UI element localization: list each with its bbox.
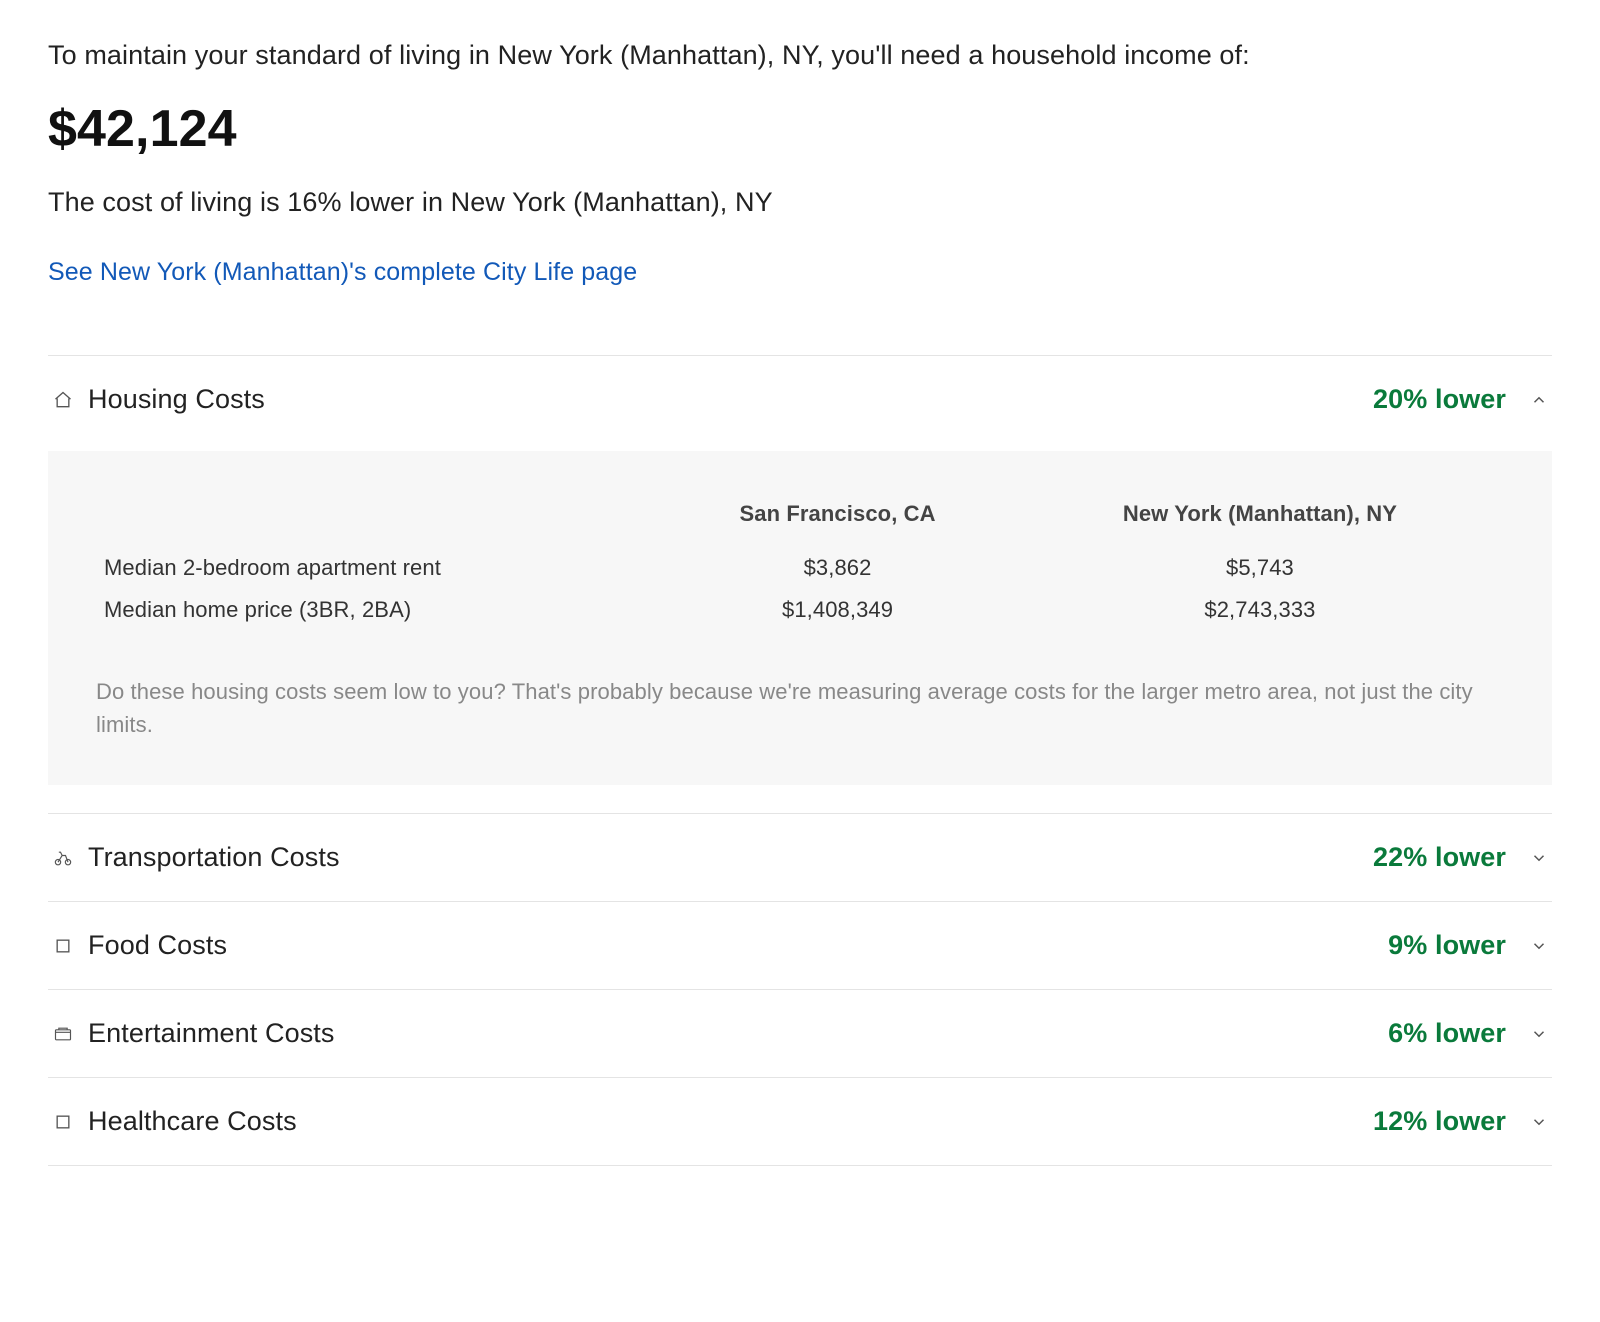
chevron-down-icon <box>1530 1113 1548 1131</box>
housing-panel: San Francisco, CA New York (Manhattan), … <box>48 451 1552 785</box>
accordion-header-food[interactable]: Food Costs 9% lower <box>48 902 1552 989</box>
house-icon <box>52 389 74 411</box>
column-header-b: New York (Manhattan), NY <box>1016 491 1504 547</box>
accordion-header-housing[interactable]: Housing Costs 20% lower <box>48 356 1552 443</box>
delta-percent: 12% lower <box>1373 1106 1506 1137</box>
delta-percent: 6% lower <box>1388 1018 1506 1049</box>
row-value-a: $1,408,349 <box>659 589 1016 631</box>
table-row: Median 2-bedroom apartment rent $3,862 $… <box>96 547 1504 589</box>
category-title: Housing Costs <box>88 384 265 415</box>
row-value-a: $3,862 <box>659 547 1016 589</box>
food-icon <box>52 935 74 957</box>
entertainment-icon <box>52 1023 74 1045</box>
table-row: Median home price (3BR, 2BA) $1,408,349 … <box>96 589 1504 631</box>
accordion-header-entertainment[interactable]: Entertainment Costs 6% lower <box>48 990 1552 1077</box>
divider <box>48 1165 1552 1166</box>
healthcare-icon <box>52 1111 74 1133</box>
city-life-link[interactable]: See New York (Manhattan)'s complete City… <box>48 258 637 287</box>
row-value-b: $5,743 <box>1016 547 1504 589</box>
table-header-row: San Francisco, CA New York (Manhattan), … <box>96 491 1504 547</box>
housing-table: San Francisco, CA New York (Manhattan), … <box>96 491 1504 631</box>
housing-note: Do these housing costs seem low to you? … <box>96 675 1504 741</box>
category-title: Transportation Costs <box>88 842 340 873</box>
chevron-down-icon <box>1530 1025 1548 1043</box>
accordion-header-healthcare[interactable]: Healthcare Costs 12% lower <box>48 1078 1552 1165</box>
chevron-down-icon <box>1530 849 1548 867</box>
delta-percent: 20% lower <box>1373 384 1506 415</box>
row-label: Median 2-bedroom apartment rent <box>96 547 659 589</box>
chevron-up-icon <box>1530 391 1548 409</box>
accordion-header-transportation[interactable]: Transportation Costs 22% lower <box>48 814 1552 901</box>
row-value-b: $2,743,333 <box>1016 589 1504 631</box>
delta-percent: 22% lower <box>1373 842 1506 873</box>
required-income-amount: $42,124 <box>48 99 1552 159</box>
row-label: Median home price (3BR, 2BA) <box>96 589 659 631</box>
column-header-a: San Francisco, CA <box>659 491 1016 547</box>
category-title: Healthcare Costs <box>88 1106 297 1137</box>
category-title: Food Costs <box>88 930 227 961</box>
intro-text: To maintain your standard of living in N… <box>48 40 1552 71</box>
cost-summary-text: The cost of living is 16% lower in New Y… <box>48 187 1552 218</box>
bike-icon <box>52 847 74 869</box>
category-title: Entertainment Costs <box>88 1018 335 1049</box>
chevron-down-icon <box>1530 937 1548 955</box>
delta-percent: 9% lower <box>1388 930 1506 961</box>
